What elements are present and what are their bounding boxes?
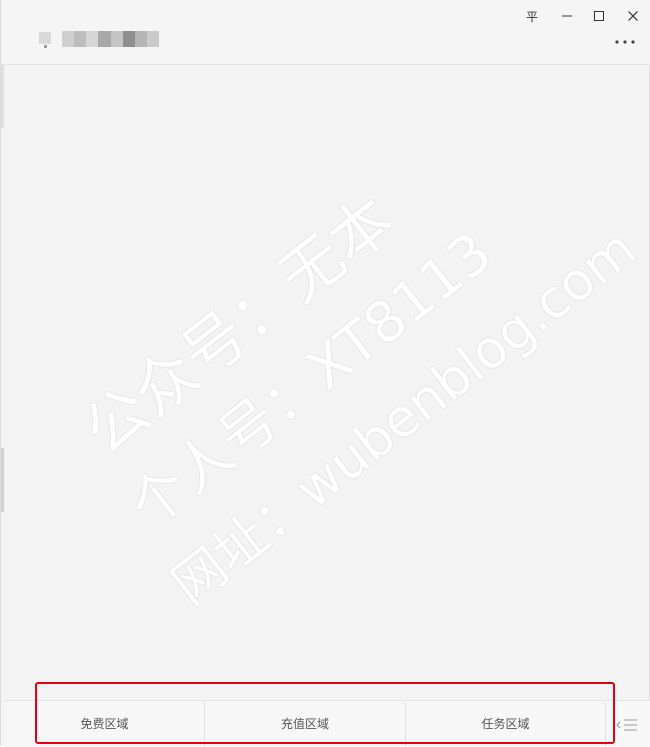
maximize-button[interactable]: [588, 6, 610, 26]
tab-recharge-zone[interactable]: 充值区域: [205, 701, 405, 745]
chat-window: 平 公众号：无本 个人号：XT8113 网址：wubenblog.com 免费区…: [0, 0, 650, 747]
pin-button[interactable]: 平: [521, 6, 543, 26]
tab-free-zone[interactable]: 免费区域: [5, 701, 204, 745]
tab-task-zone-label: 任务区域: [481, 716, 530, 731]
close-button[interactable]: [622, 6, 644, 26]
watermark-line1: 公众号：无本: [70, 182, 408, 469]
pin-icon: 平: [525, 9, 538, 24]
left-scroll-handle[interactable]: [1, 448, 4, 512]
minimize-icon: [562, 15, 572, 17]
tab-free-zone-label: 免费区域: [80, 716, 129, 731]
maximize-icon: [594, 11, 604, 21]
menu-list-icon: [616, 719, 637, 731]
minimize-button[interactable]: [556, 6, 578, 26]
left-scroll-edge: [1, 64, 4, 128]
contact-name-blurred: [62, 31, 159, 47]
tab-divider: [605, 702, 606, 746]
status-dot: [44, 45, 47, 48]
tab-recharge-zone-label: 充值区域: [280, 716, 329, 731]
watermark-line2: 个人号：XT8113: [119, 220, 504, 541]
watermark-line3: 网址：wubenblog.com: [162, 219, 648, 617]
more-icon: [615, 40, 635, 44]
close-icon: [628, 11, 638, 21]
keyboard-toggle-button[interactable]: [615, 716, 639, 734]
watermark: 公众号：无本 个人号：XT8113 网址：wubenblog.com: [70, 182, 648, 617]
tab-task-zone[interactable]: 任务区域: [406, 701, 605, 745]
avatar[interactable]: [39, 32, 51, 44]
title-bar: 平: [1, 0, 650, 65]
more-options-button[interactable]: [610, 32, 640, 52]
